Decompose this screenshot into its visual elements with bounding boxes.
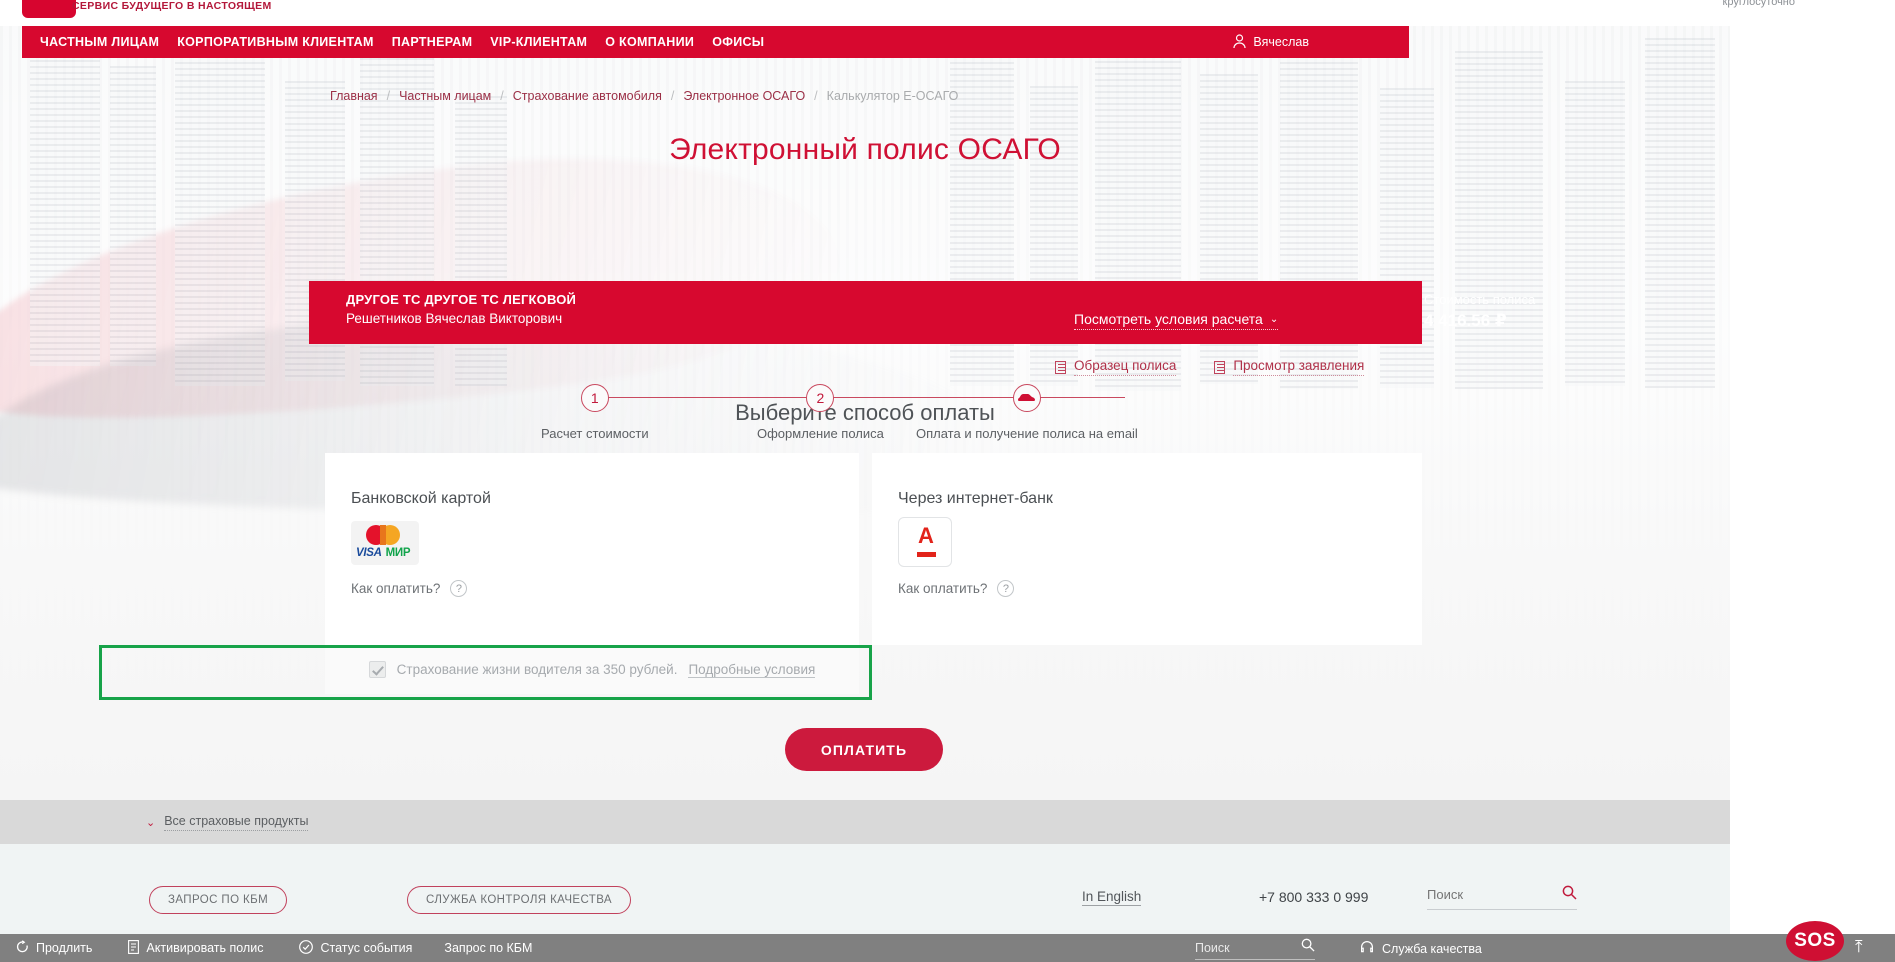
policy-sample-label: Образец полиса (1074, 358, 1176, 376)
alfabank-underline (917, 552, 936, 557)
breadcrumb-separator: / (671, 89, 674, 103)
how-to-pay-card-label: Как оплатить? (351, 581, 440, 596)
payment-method-bank-card-title: Банковской картой (351, 490, 491, 508)
payment-method-internet-bank-title: Через интернет-банк (898, 490, 1053, 508)
logo-tagline: СЕРВИС БУДУЩЕГО В НАСТОЯЩЕМ (72, 0, 272, 12)
document-icon (1214, 361, 1225, 374)
footer-search-input[interactable] (1427, 887, 1537, 902)
mastercard-icon (366, 525, 404, 545)
chevron-down-icon: ⌄ (146, 816, 155, 829)
breadcrumb-separator: / (500, 89, 503, 103)
kbm-request-button[interactable]: ЗАПРОС ПО КБМ (149, 886, 287, 914)
all-products-strip: ⌄ Все страховые продукты (0, 800, 1730, 844)
taskbar-item-kbm-request[interactable]: Запрос по КБМ (444, 941, 532, 955)
footer-search[interactable] (1427, 886, 1577, 910)
english-language-link[interactable]: In English (1082, 889, 1141, 906)
nav-item-partners[interactable]: ПАРТНЕРАМ (392, 35, 473, 49)
scroll-to-top-icon[interactable]: ⤒ (1855, 938, 1863, 955)
payment-method-internet-bank[interactable]: Через интернет-банк А Как оплатить? ? (872, 453, 1422, 645)
how-to-pay-bank-link[interactable]: Как оплатить? ? (898, 580, 1014, 597)
search-icon[interactable] (1301, 938, 1315, 957)
breadcrumb-item-car-insurance[interactable]: Страхование автомобиля (513, 89, 662, 103)
visa-icon: VISA (356, 547, 382, 559)
summary-cost-value: 4 416.56 ₽ (1424, 311, 1507, 331)
headset-icon (1360, 940, 1374, 957)
view-calculation-terms-link[interactable]: Посмотреть условия расчета ⌄ (1074, 311, 1278, 330)
stepper-step-2-label: Оформление полиса (757, 426, 884, 441)
how-to-pay-card-link[interactable]: Как оплатить? ? (351, 580, 467, 597)
breadcrumb: Главная / Частным лицам / Страхование ав… (330, 89, 958, 103)
taskbar-item-renew[interactable]: Продлить (16, 940, 92, 957)
alfabank-letter: А (899, 525, 953, 547)
how-to-pay-bank-label: Как оплатить? (898, 581, 987, 596)
card-brands-icon: VISA МИР (351, 521, 419, 565)
nav-item-individuals[interactable]: ЧАСТНЫМ ЛИЦАМ (40, 35, 159, 49)
chevron-down-icon: ⌄ (1270, 314, 1278, 325)
help-icon[interactable]: ? (997, 580, 1014, 597)
view-calculation-terms-label: Посмотреть условия расчета (1074, 311, 1263, 327)
main-navigation: ЧАСТНЫМ ЛИЦАМ КОРПОРАТИВНЫМ КЛИЕНТАМ ПАР… (22, 26, 1409, 58)
breadcrumb-item-home[interactable]: Главная (330, 89, 378, 103)
taskbar-quality-label: Служба качества (1382, 942, 1482, 956)
taskbar-item-activate-policy-label: Активировать полис (146, 941, 263, 955)
document-icon (1055, 361, 1066, 374)
progress-stepper: 1 Расчет стоимости 2 Оформление полиса О… (0, 190, 1730, 250)
stepper-step-1-number: 1 (581, 384, 609, 412)
breadcrumb-item-current: Калькулятор Е-ОСАГО (827, 89, 959, 103)
payment-section-heading: Выберите способ оплаты (0, 400, 1730, 426)
taskbar-item-renew-label: Продлить (36, 941, 92, 955)
nav-item-offices[interactable]: ОФИСЫ (712, 35, 764, 49)
nav-item-vip[interactable]: VIP-КЛИЕНТАМ (490, 35, 587, 49)
taskbar-item-activate-policy[interactable]: Активировать полис (128, 940, 263, 957)
page-root: СЕРВИС БУДУЩЕГО В НАСТОЯЩЕМ круглосуточн… (0, 0, 1895, 962)
page-title: Электронный полис ОСАГО (0, 133, 1730, 167)
all-products-toggle[interactable]: ⌄ Все страховые продукты (146, 814, 308, 831)
taskbar-search-placeholder: Поиск (1195, 941, 1230, 955)
document-links: Образец полиса Просмотр заявления (1055, 358, 1364, 376)
policy-summary-bar: ДРУГОЕ ТС ДРУГОЕ ТС ЛЕГКОВОЙ Решетников … (309, 281, 1422, 344)
document-icon (128, 940, 139, 957)
user-name-label: Вячеслав (1253, 35, 1309, 49)
stepper-step-1-label: Расчет стоимости (541, 426, 649, 441)
stepper-step-3-label: Оплата и получение полиса на email (916, 426, 1138, 441)
user-account-menu[interactable]: Вячеслав (1233, 34, 1309, 49)
payment-method-bank-card[interactable]: Банковской картой VISA МИР Как оплатить?… (325, 453, 859, 645)
view-application-label: Просмотр заявления (1233, 358, 1364, 376)
search-icon[interactable] (1562, 885, 1577, 905)
summary-insured-name: Решетников Вячеслав Викторович (346, 311, 562, 326)
breadcrumb-separator: / (387, 89, 390, 103)
taskbar-item-quality-service[interactable]: Служба качества (1360, 940, 1482, 957)
policy-sample-link[interactable]: Образец полиса (1055, 358, 1176, 376)
summary-cost-label: Стоимость полиса (1424, 292, 1535, 307)
user-icon (1233, 34, 1246, 49)
footer-phone-number: +7 800 333 0 999 (1259, 889, 1368, 905)
summary-vehicle: ДРУГОЕ ТС ДРУГОЕ ТС ЛЕГКОВОЙ (346, 292, 576, 307)
highlight-box (99, 645, 872, 700)
view-application-link[interactable]: Просмотр заявления (1214, 358, 1364, 376)
breadcrumb-item-eosago[interactable]: Электронное ОСАГО (683, 89, 805, 103)
nav-item-about[interactable]: О КОМПАНИИ (605, 35, 694, 49)
all-products-label: Все страховые продукты (164, 814, 308, 831)
renew-icon (16, 940, 29, 957)
support-hours-label: круглосуточно (1723, 0, 1795, 8)
taskbar-item-kbm-request-label: Запрос по КБМ (444, 941, 532, 955)
taskbar-item-event-status-label: Статус события (320, 941, 412, 955)
nav-item-corporate[interactable]: КОРПОРАТИВНЫМ КЛИЕНТАМ (177, 35, 373, 49)
sos-button[interactable]: SOS (1786, 921, 1844, 961)
quality-service-button[interactable]: СЛУЖБА КОНТРОЛЯ КАЧЕСТВА (407, 886, 631, 914)
breadcrumb-item-individuals[interactable]: Частным лицам (399, 89, 491, 103)
mir-icon: МИР (386, 547, 411, 559)
pay-button[interactable]: ОПЛАТИТЬ (785, 728, 943, 771)
breadcrumb-separator: / (814, 89, 817, 103)
taskbar-search[interactable]: Поиск (1195, 938, 1315, 960)
help-icon[interactable]: ? (450, 580, 467, 597)
alfabank-icon[interactable]: А (898, 517, 952, 567)
taskbar-item-event-status[interactable]: Статус события (299, 940, 412, 957)
company-logo[interactable] (22, 0, 76, 18)
status-check-icon (299, 940, 313, 957)
car-icon (1013, 384, 1041, 412)
bottom-taskbar: Продлить Активировать полис Статус событ… (0, 934, 1895, 962)
